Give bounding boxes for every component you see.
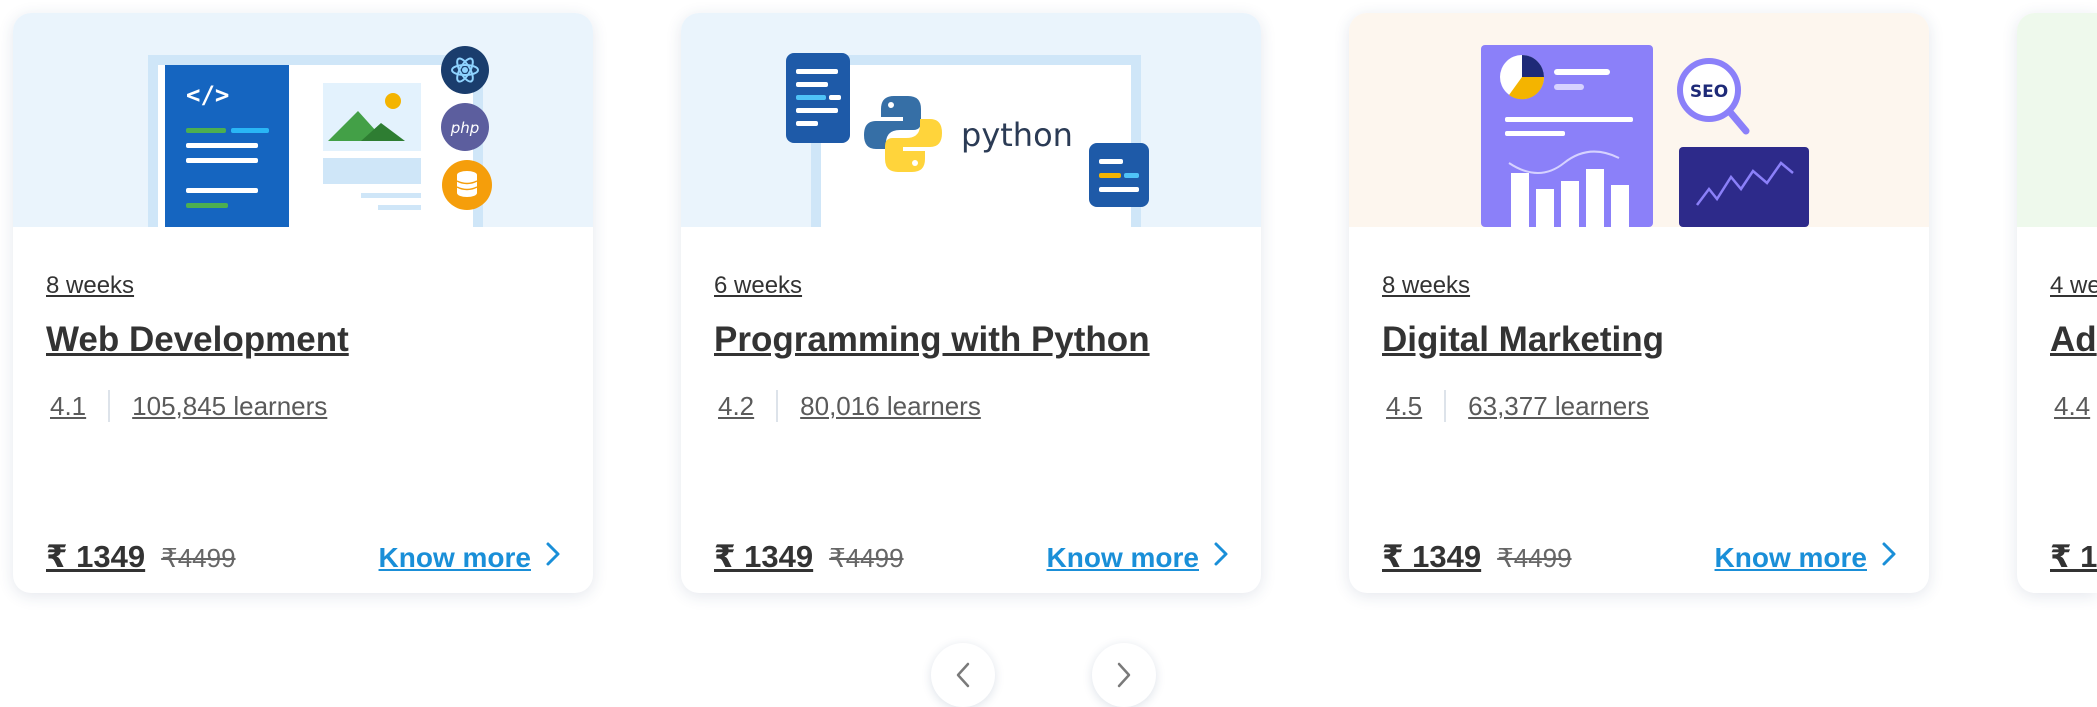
course-title-link[interactable]: Ad — [2050, 320, 2097, 360]
course-card-digital-marketing[interactable]: SEO 8 weeks Digital Marketing 4.5 63,377… — [1349, 13, 1929, 593]
know-more-link[interactable]: Know more — [1047, 541, 1229, 574]
course-stats: 4.4 — [2054, 389, 2090, 423]
python-illustration: python — [786, 53, 1149, 227]
course-title-link[interactable]: Web Development — [46, 320, 349, 360]
course-banner-partial — [2017, 13, 2097, 227]
digital-marketing-illustration: SEO — [1481, 45, 1809, 227]
course-price-current[interactable]: ₹ 1349 — [714, 539, 813, 575]
course-rating[interactable]: 4.2 — [718, 391, 754, 422]
course-price-original[interactable]: ₹4499 — [829, 543, 903, 574]
know-more-label[interactable]: Know more — [1715, 542, 1867, 574]
course-rating[interactable]: 4.5 — [1386, 391, 1422, 422]
course-banner-web-development: </> php — [13, 13, 593, 227]
course-duration-link[interactable]: 6 weeks — [714, 272, 802, 300]
course-card-body: 8 weeks Web Development 4.1 105,845 lear… — [13, 227, 593, 593]
course-banner-python: python — [681, 13, 1261, 227]
course-price-current[interactable]: ₹ 1349 — [1382, 539, 1481, 575]
course-banner-digital-marketing: SEO — [1349, 13, 1929, 227]
know-more-link[interactable]: Know more — [379, 541, 561, 574]
svg-text:php: php — [450, 119, 480, 137]
know-more-label[interactable]: Know more — [379, 542, 531, 574]
course-card-partial[interactable]: 4 we Ad 4.4 ₹ 1 — [2017, 13, 2097, 593]
course-card-programming-with-python[interactable]: python 6 weeks Programming with Python 4… — [681, 13, 1261, 593]
course-price-original[interactable]: ₹4499 — [1497, 543, 1571, 574]
course-stats: 4.1 105,845 learners — [50, 389, 327, 423]
course-price-original[interactable]: ₹4499 — [161, 543, 235, 574]
chevron-right-icon[interactable] — [545, 541, 561, 574]
web-development-illustration: </> php — [148, 46, 492, 227]
course-price: ₹ 1 — [2050, 539, 2097, 575]
svg-text:python: python — [961, 116, 1073, 154]
svg-text:</>: </> — [186, 81, 229, 109]
stats-divider — [108, 390, 111, 422]
course-duration-link[interactable]: 8 weeks — [1382, 272, 1470, 300]
course-rating[interactable]: 4.1 — [50, 391, 86, 422]
course-price-current[interactable]: ₹ 1 — [2050, 539, 2097, 575]
chevron-left-icon[interactable] — [954, 660, 972, 690]
course-price: ₹ 1349 ₹4499 — [1382, 539, 1572, 575]
chevron-right-icon[interactable] — [1213, 541, 1229, 574]
chevron-right-icon[interactable] — [1881, 541, 1897, 574]
course-carousel: </> php 8 weeks Web Development 4.1 105,… — [0, 0, 2097, 600]
course-stats: 4.5 63,377 learners — [1386, 389, 1649, 423]
svg-text:SEO: SEO — [1690, 82, 1728, 102]
course-rating[interactable]: 4.4 — [2054, 391, 2090, 422]
course-duration-link[interactable]: 4 we — [2050, 272, 2097, 300]
course-price: ₹ 1349 ₹4499 — [46, 539, 236, 575]
course-duration-link[interactable]: 8 weeks — [46, 272, 134, 300]
course-title-link[interactable]: Programming with Python — [714, 320, 1150, 360]
stats-divider — [776, 390, 779, 422]
chevron-right-icon[interactable] — [1115, 660, 1133, 690]
course-stats: 4.2 80,016 learners — [718, 389, 981, 423]
carousel-prev-button[interactable] — [931, 643, 995, 707]
course-title-link[interactable]: Digital Marketing — [1382, 320, 1664, 360]
carousel-next-button[interactable] — [1092, 643, 1156, 707]
course-learners-count[interactable]: 80,016 learners — [800, 391, 981, 422]
course-card-web-development[interactable]: </> php 8 weeks Web Development 4.1 105,… — [13, 13, 593, 593]
stats-divider — [1444, 390, 1447, 422]
course-learners-count[interactable]: 63,377 learners — [1468, 391, 1649, 422]
course-learners-count[interactable]: 105,845 learners — [132, 391, 327, 422]
course-price: ₹ 1349 ₹4499 — [714, 539, 904, 575]
know-more-label[interactable]: Know more — [1047, 542, 1199, 574]
course-price-current[interactable]: ₹ 1349 — [46, 539, 145, 575]
course-card-body: 8 weeks Digital Marketing 4.5 63,377 lea… — [1349, 227, 1929, 593]
know-more-link[interactable]: Know more — [1715, 541, 1897, 574]
course-card-body: 6 weeks Programming with Python 4.2 80,0… — [681, 227, 1261, 593]
course-card-body: 4 we Ad 4.4 ₹ 1 — [2017, 227, 2097, 593]
